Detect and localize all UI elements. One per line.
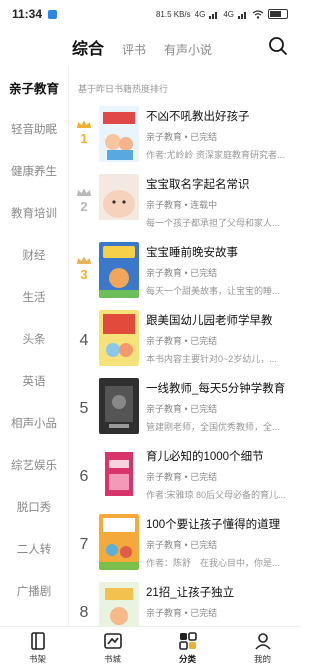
- rank-badge: 1: [74, 120, 94, 146]
- book-meta: 亲子教育 • 连载中: [146, 200, 218, 210]
- sidebar-item-health[interactable]: 健康养生: [0, 150, 68, 192]
- sidebar-item-radio-drama[interactable]: 广播剧: [0, 570, 68, 612]
- book-meta: 亲子教育 • 已完结: [146, 336, 218, 346]
- category-sidebar: 亲子教育 轻音助眠 健康养生 教育培训 财经 生活 头条 英语 相声小品 综艺娱…: [0, 66, 68, 640]
- sidebar-item-finance[interactable]: 财经: [0, 234, 68, 276]
- nav-profile[interactable]: 我的: [225, 627, 300, 669]
- book-title: 一线教师_每天5分钟学教育: [146, 383, 286, 395]
- book-item[interactable]: 8 21招_让孩子独立 亲子教育 • 已完结: [70, 578, 300, 626]
- book-cover: [99, 174, 139, 230]
- status-icons: 81.5 KB/s 4G 4G: [156, 9, 288, 19]
- book-desc: 本书内容主要针对0~2岁幼儿，...: [146, 354, 277, 364]
- book-item[interactable]: 4 跟美国幼儿园老师学早教 亲子教育 • 已完结 本书内容主要针对0~2岁幼儿，…: [70, 306, 300, 374]
- status-time: 11:34: [12, 7, 43, 21]
- book-meta: 亲子教育 • 已完结: [146, 404, 218, 414]
- book-desc: 作者：陈舒 在我心目中，你是...: [146, 558, 280, 568]
- rank-badge: 6: [79, 468, 89, 485]
- book-item[interactable]: 2 宝宝取名字起名常识 亲子教育 • 连载中 每一个孩子都承担了父母和家人...: [70, 170, 300, 238]
- rank-badge: 7: [79, 536, 89, 553]
- tab-audio-novel[interactable]: 有声小说: [164, 41, 212, 58]
- crown-icon: [77, 256, 91, 264]
- book-cover: [99, 310, 139, 366]
- book-title: 宝宝睡前晚安故事: [146, 247, 238, 259]
- tab-pingshu[interactable]: 评书: [122, 41, 146, 58]
- bookshelf-icon: [30, 632, 45, 650]
- book-title: 宝宝取名字起名常识: [146, 179, 250, 191]
- book-cover: [99, 378, 139, 434]
- nav-category[interactable]: 分类: [150, 627, 225, 669]
- bookstore-icon: [103, 633, 122, 649]
- book-desc: 每天一个甜美故事，让宝宝的睡...: [146, 286, 280, 296]
- notification-icon: [48, 9, 58, 19]
- network-label-1: 4G: [194, 9, 206, 19]
- sidebar-item-crosstalk[interactable]: 相声小品: [0, 402, 68, 444]
- sidebar-divider: [68, 66, 69, 626]
- sidebar-item-parenting[interactable]: 亲子教育: [0, 66, 68, 108]
- book-meta: 亲子教育 • 已完结: [146, 540, 218, 550]
- book-item[interactable]: 3 宝宝睡前晚安故事 亲子教育 • 已完结 每天一个甜美故事，让宝宝的睡...: [70, 238, 300, 306]
- rank-badge: 4: [79, 332, 89, 349]
- signal-icon-2: [238, 11, 246, 19]
- sidebar-item-education[interactable]: 教育培训: [0, 192, 68, 234]
- profile-icon: [254, 633, 271, 650]
- book-meta: 亲子教育 • 已完结: [146, 132, 218, 142]
- crown-icon: [77, 188, 91, 196]
- sidebar-item-life[interactable]: 生活: [0, 276, 68, 318]
- sidebar-item-headlines[interactable]: 头条: [0, 318, 68, 360]
- book-title: 100个要让孩子懂得的道理: [146, 519, 281, 531]
- book-desc: 作者:宋雅琼 80后父母必备的育儿...: [146, 490, 286, 500]
- book-meta: 亲子教育 • 已完结: [146, 472, 218, 482]
- rank-badge: 5: [79, 400, 89, 417]
- network-label-2: 4G: [223, 9, 234, 19]
- tab-comprehensive[interactable]: 综合: [72, 35, 104, 59]
- book-meta: 亲子教育 • 已完结: [146, 268, 218, 278]
- nav-bookshelf[interactable]: 书架: [0, 627, 75, 669]
- book-cover: [99, 446, 139, 502]
- book-item[interactable]: 6 育儿必知的1000个细节 亲子教育 • 已完结 作者:宋雅琼 80后父母必备…: [70, 442, 300, 510]
- sidebar-item-variety[interactable]: 综艺娱乐: [0, 444, 68, 486]
- sidebar-item-sleep[interactable]: 轻音助眠: [0, 108, 68, 150]
- book-desc: 作者:尤岭岭 资深家庭教育研究者...: [146, 150, 285, 160]
- book-cover: [99, 582, 139, 626]
- book-meta: 亲子教育 • 已完结: [146, 608, 218, 618]
- nav-bookstore[interactable]: 书城: [75, 627, 150, 669]
- ranking-caption: 基于昨日书籍热度排行: [78, 84, 169, 94]
- crown-icon: [77, 120, 91, 128]
- book-cover: [99, 106, 139, 162]
- book-item[interactable]: 5 一线教师_每天5分钟学教育 亲子教育 • 已完结 管建刚老师，全国优秀教师，…: [70, 374, 300, 442]
- book-title: 育儿必知的1000个细节: [146, 451, 264, 463]
- book-cover: [99, 242, 139, 298]
- signal-icon: [209, 11, 218, 19]
- book-cover: [99, 514, 139, 570]
- rank-badge: 8: [79, 604, 89, 621]
- book-title: 跟美国幼儿园老师学早教: [146, 315, 273, 327]
- book-title: 21招_让孩子独立: [146, 587, 235, 599]
- rank-badge: 2: [74, 188, 94, 214]
- book-item[interactable]: 1 不凶不吼教出好孩子 亲子教育 • 已完结 作者:尤岭岭 资深家庭教育研究者.…: [70, 102, 300, 170]
- book-ranking-list: 基于昨日书籍热度排行 1 不凶不吼教出好孩子 亲子教育 • 已完结 作者:尤岭岭…: [70, 66, 300, 626]
- wifi-icon: [252, 9, 264, 19]
- book-desc: 管建刚老师，全国优秀教师，全...: [146, 422, 280, 432]
- sidebar-item-english[interactable]: 英语: [0, 360, 68, 402]
- battery-icon: [268, 9, 288, 19]
- sidebar-item-errenzhuan[interactable]: 二人转: [0, 528, 68, 570]
- book-title: 不凶不吼教出好孩子: [146, 111, 250, 123]
- top-tabs: 综合 评书 有声小说: [0, 30, 300, 64]
- book-desc: 每一个孩子都承担了父母和家人...: [146, 218, 280, 228]
- search-icon[interactable]: [268, 36, 288, 56]
- bottom-navigation: 书架 书城 分类 我的: [0, 626, 300, 669]
- rank-badge: 3: [74, 256, 94, 282]
- category-icon: [178, 632, 197, 650]
- network-speed: 81.5 KB/s: [155, 9, 191, 19]
- sidebar-item-talkshow[interactable]: 脱口秀: [0, 486, 68, 528]
- status-bar: 11:34 81.5 KB/s 4G 4G: [0, 0, 300, 28]
- book-item[interactable]: 7 100个要让孩子懂得的道理 亲子教育 • 已完结 作者：陈舒 在我心目中，你…: [70, 510, 300, 578]
